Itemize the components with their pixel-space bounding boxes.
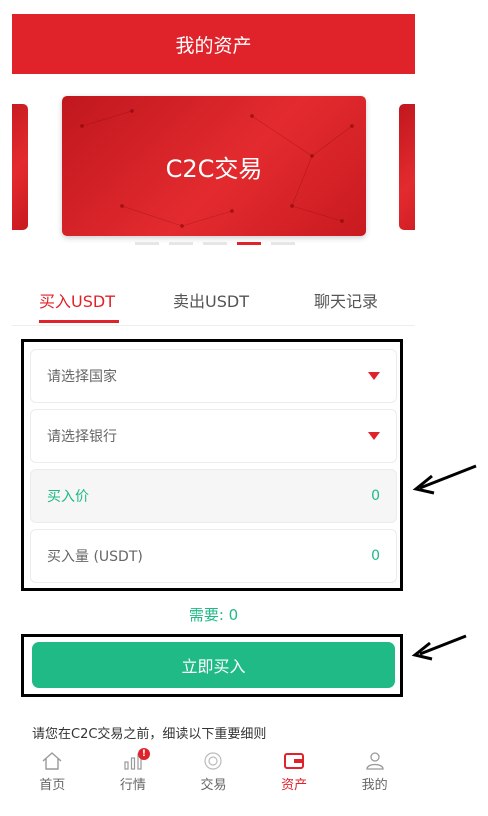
page-header: 我的资产 bbox=[12, 14, 415, 74]
carousel-dot-active[interactable] bbox=[237, 242, 261, 245]
carousel-dots bbox=[135, 242, 295, 245]
nav-item-market[interactable]: ! 行情 bbox=[93, 748, 174, 804]
required-amount: 需要: 0 bbox=[188, 606, 239, 624]
nav-item-assets[interactable]: 资产 bbox=[254, 748, 335, 804]
highlight-box-form bbox=[21, 339, 403, 591]
carousel-slide-next[interactable] bbox=[399, 104, 415, 230]
carousel-dot[interactable] bbox=[203, 242, 227, 245]
carousel-dot[interactable] bbox=[271, 242, 295, 245]
nav-label: 我的 bbox=[361, 778, 388, 793]
user-icon bbox=[364, 750, 386, 772]
market-icon: ! bbox=[122, 748, 150, 772]
tab-sell-usdt[interactable]: 卖出USDT bbox=[173, 288, 249, 312]
wallet-icon bbox=[283, 750, 305, 772]
carousel-slide-c2c[interactable]: C2C交易 bbox=[62, 96, 366, 236]
nav-item-me[interactable]: 我的 bbox=[334, 748, 415, 804]
trade-tabs: 买入USDT 卖出USDT 聊天记录 bbox=[12, 282, 415, 326]
highlight-box-button bbox=[21, 634, 403, 697]
tab-chat-history[interactable]: 聊天记录 bbox=[314, 288, 378, 312]
bottom-nav: 首页 ! 行情 交易 资产 我的 bbox=[12, 748, 415, 804]
nav-label: 资产 bbox=[281, 778, 308, 793]
nav-label: 行情 bbox=[119, 778, 146, 793]
arrow-pointer-icon bbox=[412, 464, 477, 495]
carousel-slide-prev[interactable] bbox=[12, 104, 28, 230]
tab-buy-usdt[interactable]: 买入USDT bbox=[39, 288, 115, 312]
nav-label: 首页 bbox=[39, 778, 66, 793]
nav-item-home[interactable]: 首页 bbox=[12, 748, 93, 804]
carousel-label: C2C交易 bbox=[165, 154, 263, 183]
nav-item-trade[interactable]: 交易 bbox=[173, 748, 254, 804]
carousel-dot[interactable] bbox=[169, 242, 193, 245]
nav-label: 交易 bbox=[200, 778, 227, 793]
arrow-pointer-icon bbox=[411, 634, 467, 661]
notice-link[interactable]: 请您在C2C交易之前，细读以下重要细则 bbox=[32, 723, 266, 742]
page-title: 我的资产 bbox=[175, 34, 252, 57]
trade-icon bbox=[202, 750, 224, 772]
active-tab-indicator bbox=[39, 320, 119, 323]
notification-badge: ! bbox=[137, 748, 150, 760]
banner-carousel[interactable]: C2C交易 bbox=[12, 74, 415, 264]
home-icon bbox=[41, 750, 63, 772]
carousel-dot[interactable] bbox=[135, 242, 159, 245]
